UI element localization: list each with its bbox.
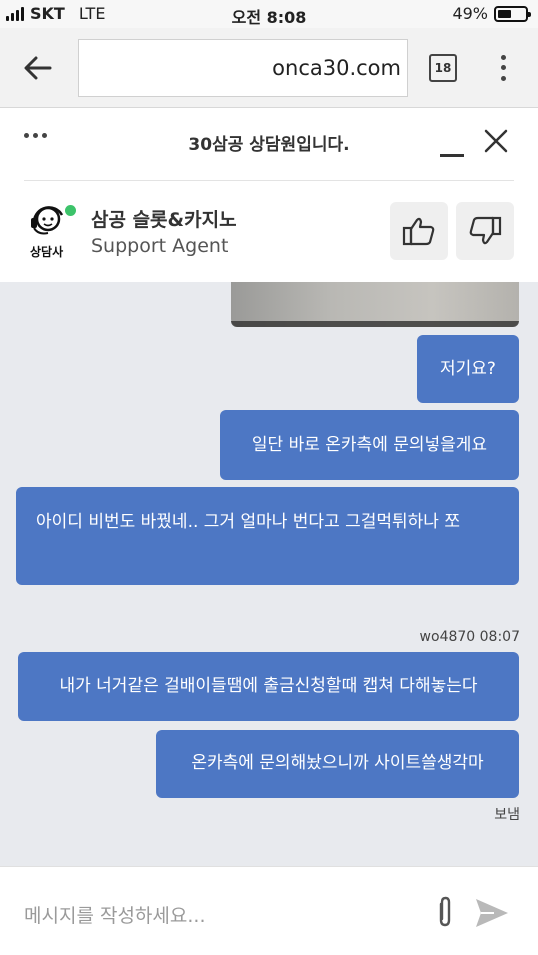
minimize-button[interactable] bbox=[440, 131, 466, 157]
message-bubble: 아이디 비번도 바꿨네.. 그거 얼마나 번다고 그걸먹튀하나 쪼 bbox=[16, 487, 519, 585]
status-bar: SKT LTE 오전 8:08 49% bbox=[0, 0, 538, 28]
browser-menu-button[interactable] bbox=[493, 52, 513, 84]
thumbs-down-icon bbox=[469, 216, 502, 245]
message-list[interactable]: 저기요? 일단 바로 온카측에 문의넣을게요 아이디 비번도 바꿨네.. 그거 … bbox=[0, 282, 538, 866]
sent-status: 보냄 bbox=[494, 807, 520, 823]
back-button[interactable] bbox=[20, 50, 56, 86]
agent-name: 삼공 슬롯&카지노 bbox=[91, 209, 237, 231]
attach-button[interactable] bbox=[430, 895, 460, 929]
send-icon bbox=[476, 899, 508, 927]
arrow-left-icon bbox=[24, 56, 52, 80]
close-button[interactable] bbox=[484, 129, 508, 153]
thumbs-down-button[interactable] bbox=[456, 202, 514, 260]
battery-percent: 49% bbox=[452, 4, 488, 23]
close-icon bbox=[484, 129, 508, 153]
chat-header: 30삼공 상담원입니다. bbox=[0, 109, 538, 181]
send-button[interactable] bbox=[474, 897, 510, 929]
message-input[interactable]: 메시지를 작성하세요... bbox=[24, 901, 205, 928]
message-bubble: 일단 바로 온카측에 문의넣을게요 bbox=[220, 410, 519, 480]
agent-role: Support Agent bbox=[91, 235, 229, 257]
message-sender-time: wo4870 08:07 bbox=[419, 629, 520, 645]
url-text: onca30.com bbox=[272, 56, 401, 80]
image-attachment[interactable] bbox=[231, 282, 519, 327]
agent-info: 상담사 삼공 슬롯&카지노 Support Agent bbox=[0, 181, 538, 281]
url-bar[interactable]: onca30.com bbox=[78, 39, 408, 97]
battery-icon bbox=[494, 5, 531, 22]
browser-toolbar: onca30.com 18 bbox=[0, 28, 538, 108]
status-right: 49% bbox=[452, 4, 531, 23]
thumbs-up-icon bbox=[402, 217, 435, 246]
message-bubble: 온카측에 문의해놨으니까 사이트쓸생각마 bbox=[156, 730, 519, 798]
tab-count: 18 bbox=[434, 61, 452, 75]
message-bubble: 내가 너거같은 걸배이들땜에 출금신청할때 캡쳐 다해놓는다 bbox=[18, 652, 519, 721]
paperclip-icon bbox=[439, 896, 451, 927]
tabs-button[interactable]: 18 bbox=[429, 54, 457, 82]
message-bubble: 저기요? bbox=[417, 335, 519, 403]
thumbs-up-button[interactable] bbox=[390, 202, 448, 260]
message-composer: 메시지를 작성하세요... bbox=[0, 866, 538, 955]
avatar-label: 상담사 bbox=[30, 245, 64, 259]
online-status-dot bbox=[65, 205, 76, 216]
